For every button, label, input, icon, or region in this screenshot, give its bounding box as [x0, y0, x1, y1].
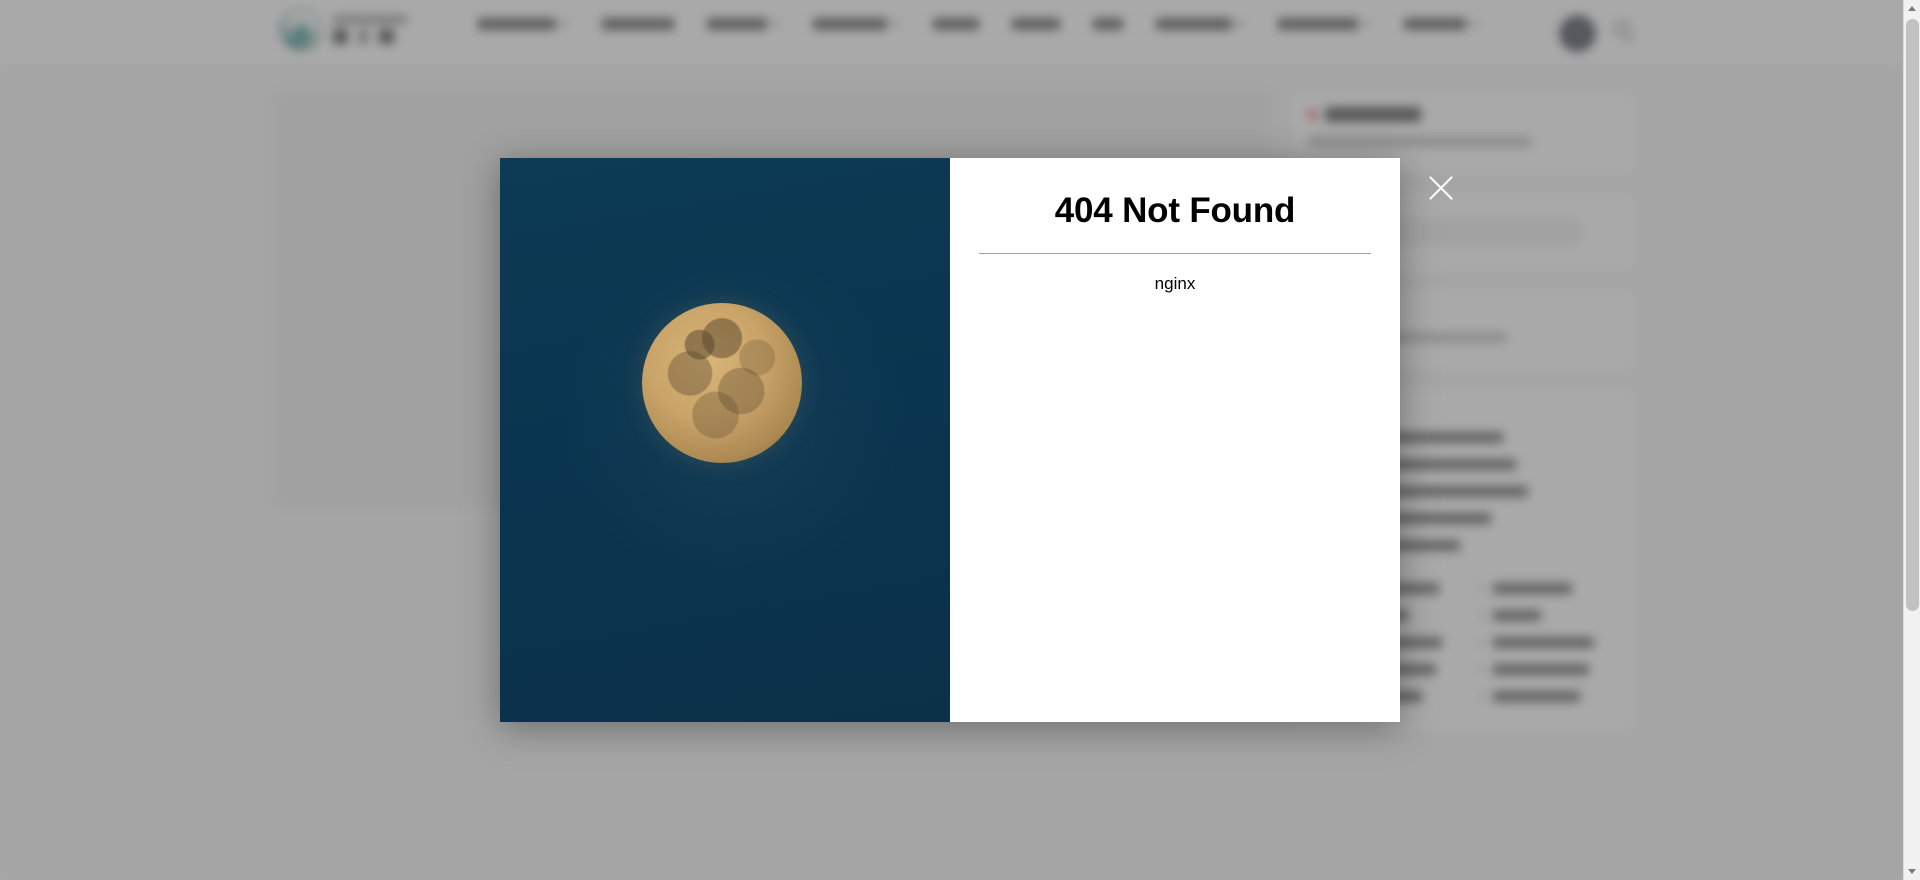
browser-viewport: 404 Not Found nginx — [0, 0, 1920, 880]
close-icon[interactable] — [1426, 173, 1457, 204]
moon-photo[interactable] — [500, 158, 950, 722]
moon-icon — [642, 303, 802, 463]
vertical-scrollbar[interactable] — [1903, 0, 1920, 880]
scroll-up-icon[interactable] — [1904, 0, 1920, 17]
error-document: 404 Not Found nginx — [950, 158, 1400, 722]
page-title: 404 Not Found — [1054, 191, 1296, 230]
scroll-down-icon[interactable] — [1904, 863, 1920, 880]
server-signature: nginx — [1154, 273, 1196, 293]
divider — [979, 252, 1371, 254]
scrollbar-thumb[interactable] — [1906, 19, 1919, 611]
image-lightbox-dialog: 404 Not Found nginx — [500, 158, 1400, 722]
